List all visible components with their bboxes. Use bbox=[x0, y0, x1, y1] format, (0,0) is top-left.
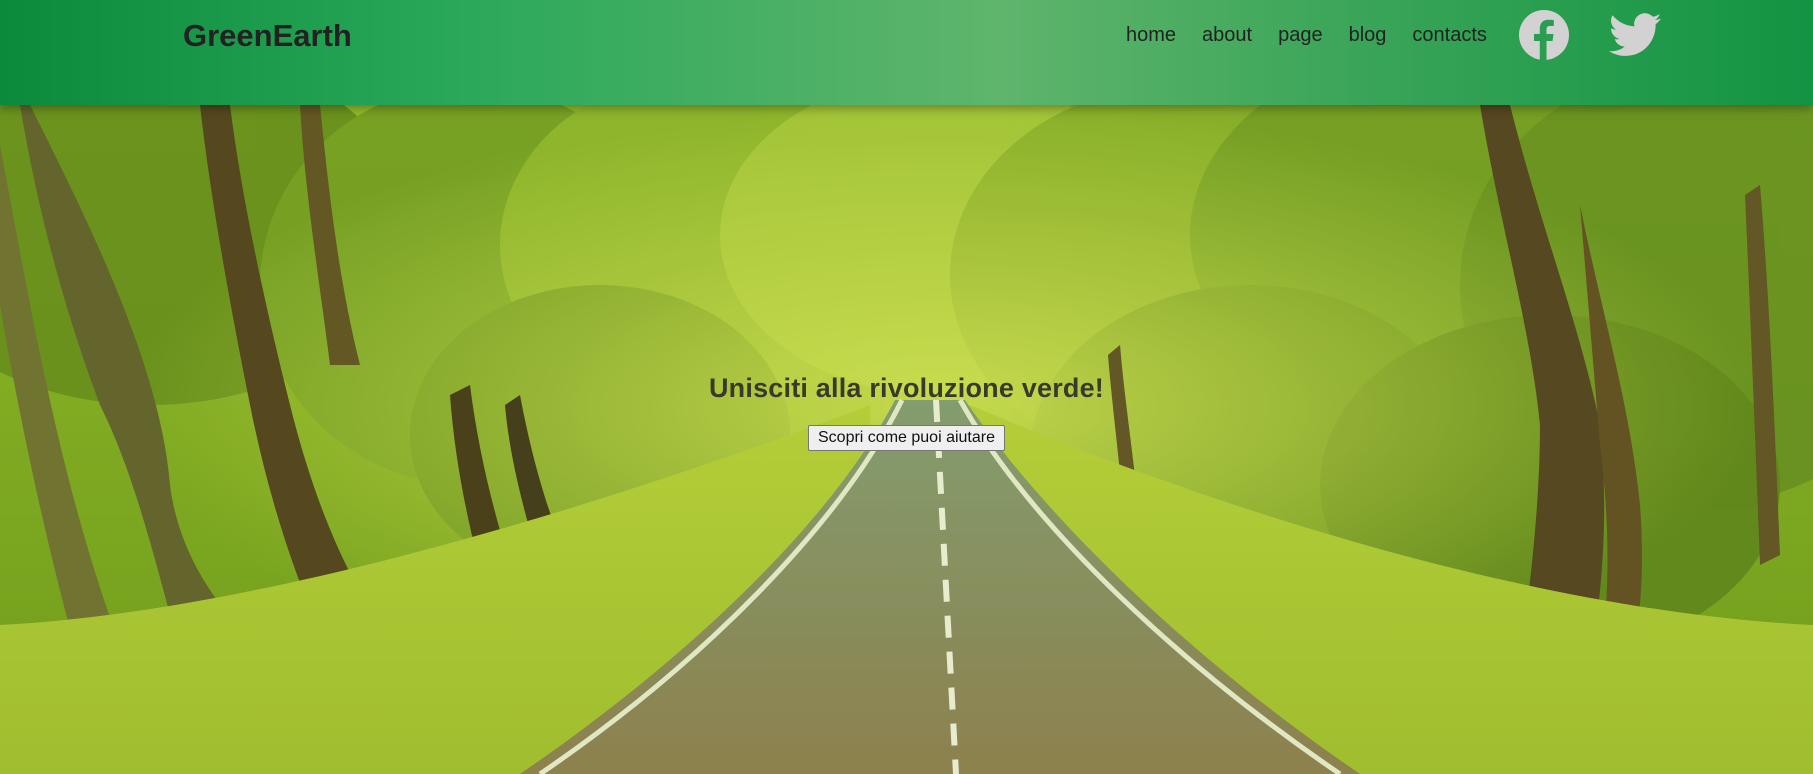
site-logo[interactable]: GreenEarth bbox=[183, 18, 352, 54]
twitter-icon[interactable] bbox=[1609, 13, 1661, 57]
facebook-icon[interactable] bbox=[1519, 10, 1569, 60]
social-links bbox=[1519, 10, 1661, 60]
nav-blog[interactable]: blog bbox=[1349, 24, 1387, 47]
site-header: GreenEarth home about page blog contacts bbox=[0, 0, 1813, 105]
nav-contacts[interactable]: contacts bbox=[1412, 24, 1486, 47]
nav-home[interactable]: home bbox=[1126, 24, 1176, 47]
hero-section: Unisciti alla rivoluzione verde! Scopri … bbox=[0, 105, 1813, 774]
hero-content: Unisciti alla rivoluzione verde! Scopri … bbox=[0, 373, 1813, 451]
nav-page[interactable]: page bbox=[1278, 24, 1323, 47]
main-nav: home about page blog contacts bbox=[1126, 24, 1513, 47]
discover-how-to-help-button[interactable]: Scopri come puoi aiutare bbox=[808, 425, 1005, 451]
hero-title: Unisciti alla rivoluzione verde! bbox=[708, 373, 1104, 403]
nav-about[interactable]: about bbox=[1202, 24, 1252, 47]
